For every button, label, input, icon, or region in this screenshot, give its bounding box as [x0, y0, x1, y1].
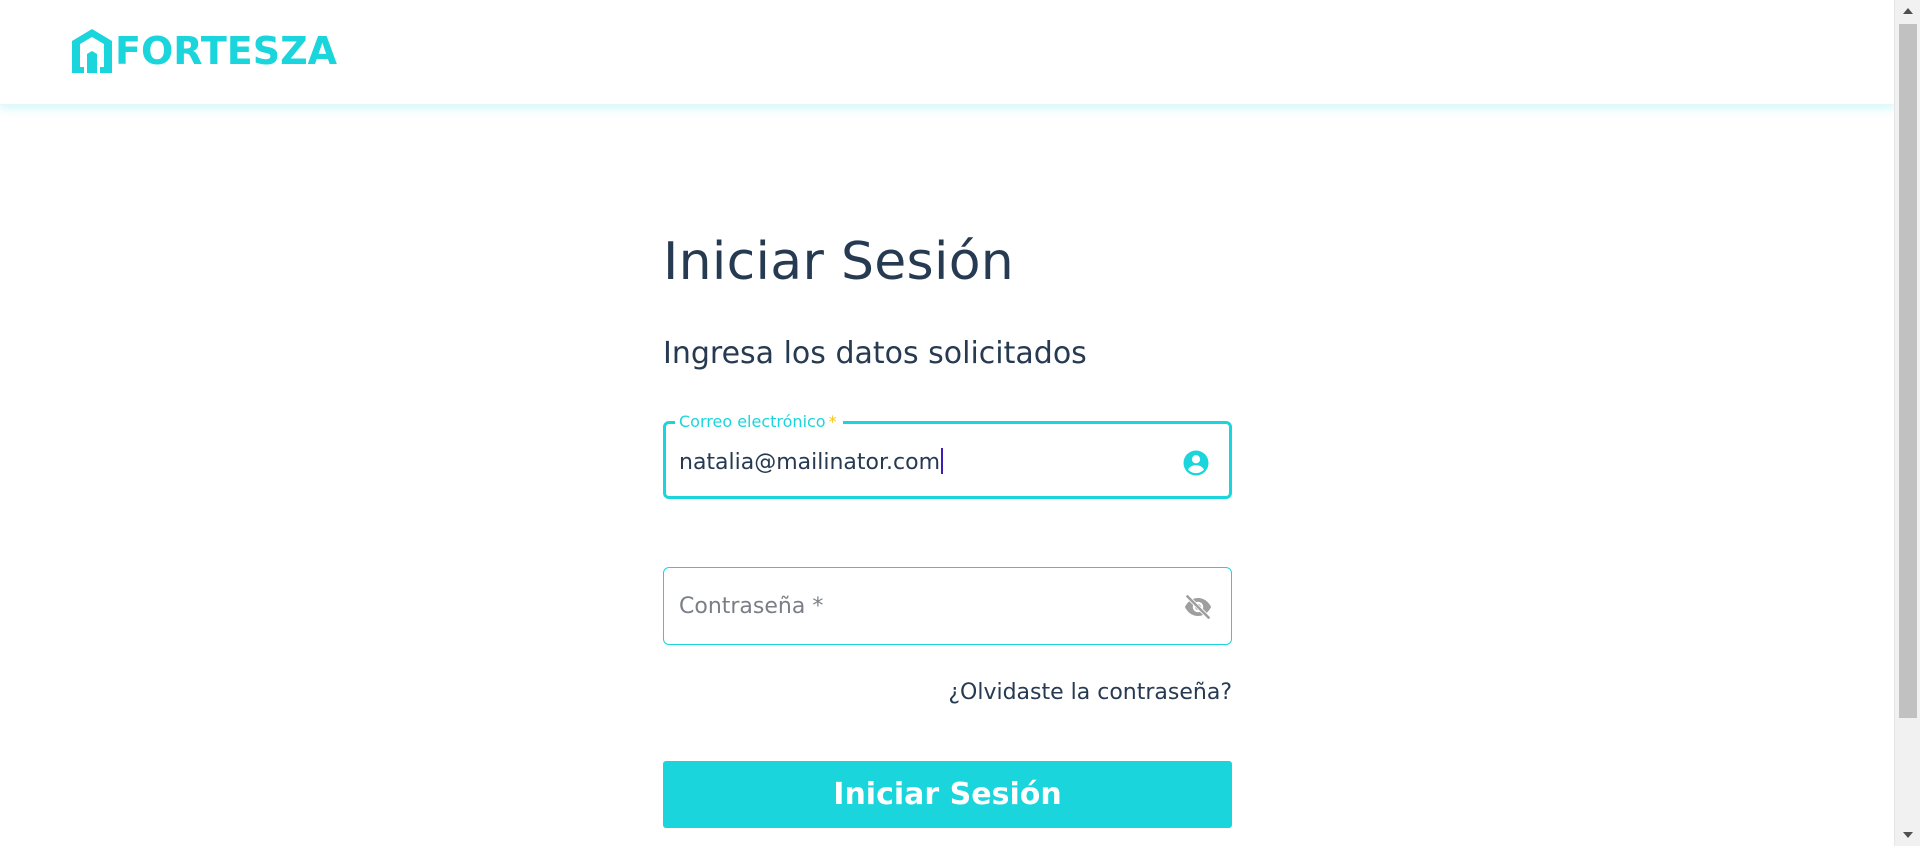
page-title: Iniciar Sesión: [663, 232, 1015, 292]
scroll-thumb[interactable]: [1899, 24, 1917, 718]
email-label: Correo electrónico *: [675, 412, 843, 432]
top-header: FORTESZA: [0, 0, 1894, 105]
page-subtitle: Ingresa los datos solicitados: [663, 336, 1087, 371]
triangle-down-icon: [1903, 832, 1913, 838]
scroll-down-arrow[interactable]: [1895, 824, 1920, 846]
email-field[interactable]: Correo electrónico * natalia@mailinator.c…: [663, 412, 1232, 499]
password-input[interactable]: Contraseña *: [679, 593, 823, 621]
account-circle-icon: [1183, 450, 1209, 476]
text-caret: [941, 448, 944, 474]
login-submit-button[interactable]: Iniciar Sesión: [663, 761, 1232, 828]
required-mark: *: [828, 412, 837, 431]
house-logo-icon: [72, 29, 112, 73]
fortesza-logo[interactable]: FORTESZA: [70, 27, 337, 75]
forgot-password-link[interactable]: ¿Olvidaste la contraseña?: [948, 680, 1232, 705]
page-scrollbar[interactable]: [1894, 0, 1920, 846]
password-field[interactable]: Contraseña *: [663, 567, 1232, 645]
triangle-up-icon: [1903, 8, 1913, 14]
logo-text: FORTESZA: [115, 29, 338, 73]
scroll-up-arrow[interactable]: [1895, 0, 1920, 22]
eye-off-icon[interactable]: [1183, 592, 1213, 622]
email-input[interactable]: natalia@mailinator.com: [679, 448, 944, 477]
